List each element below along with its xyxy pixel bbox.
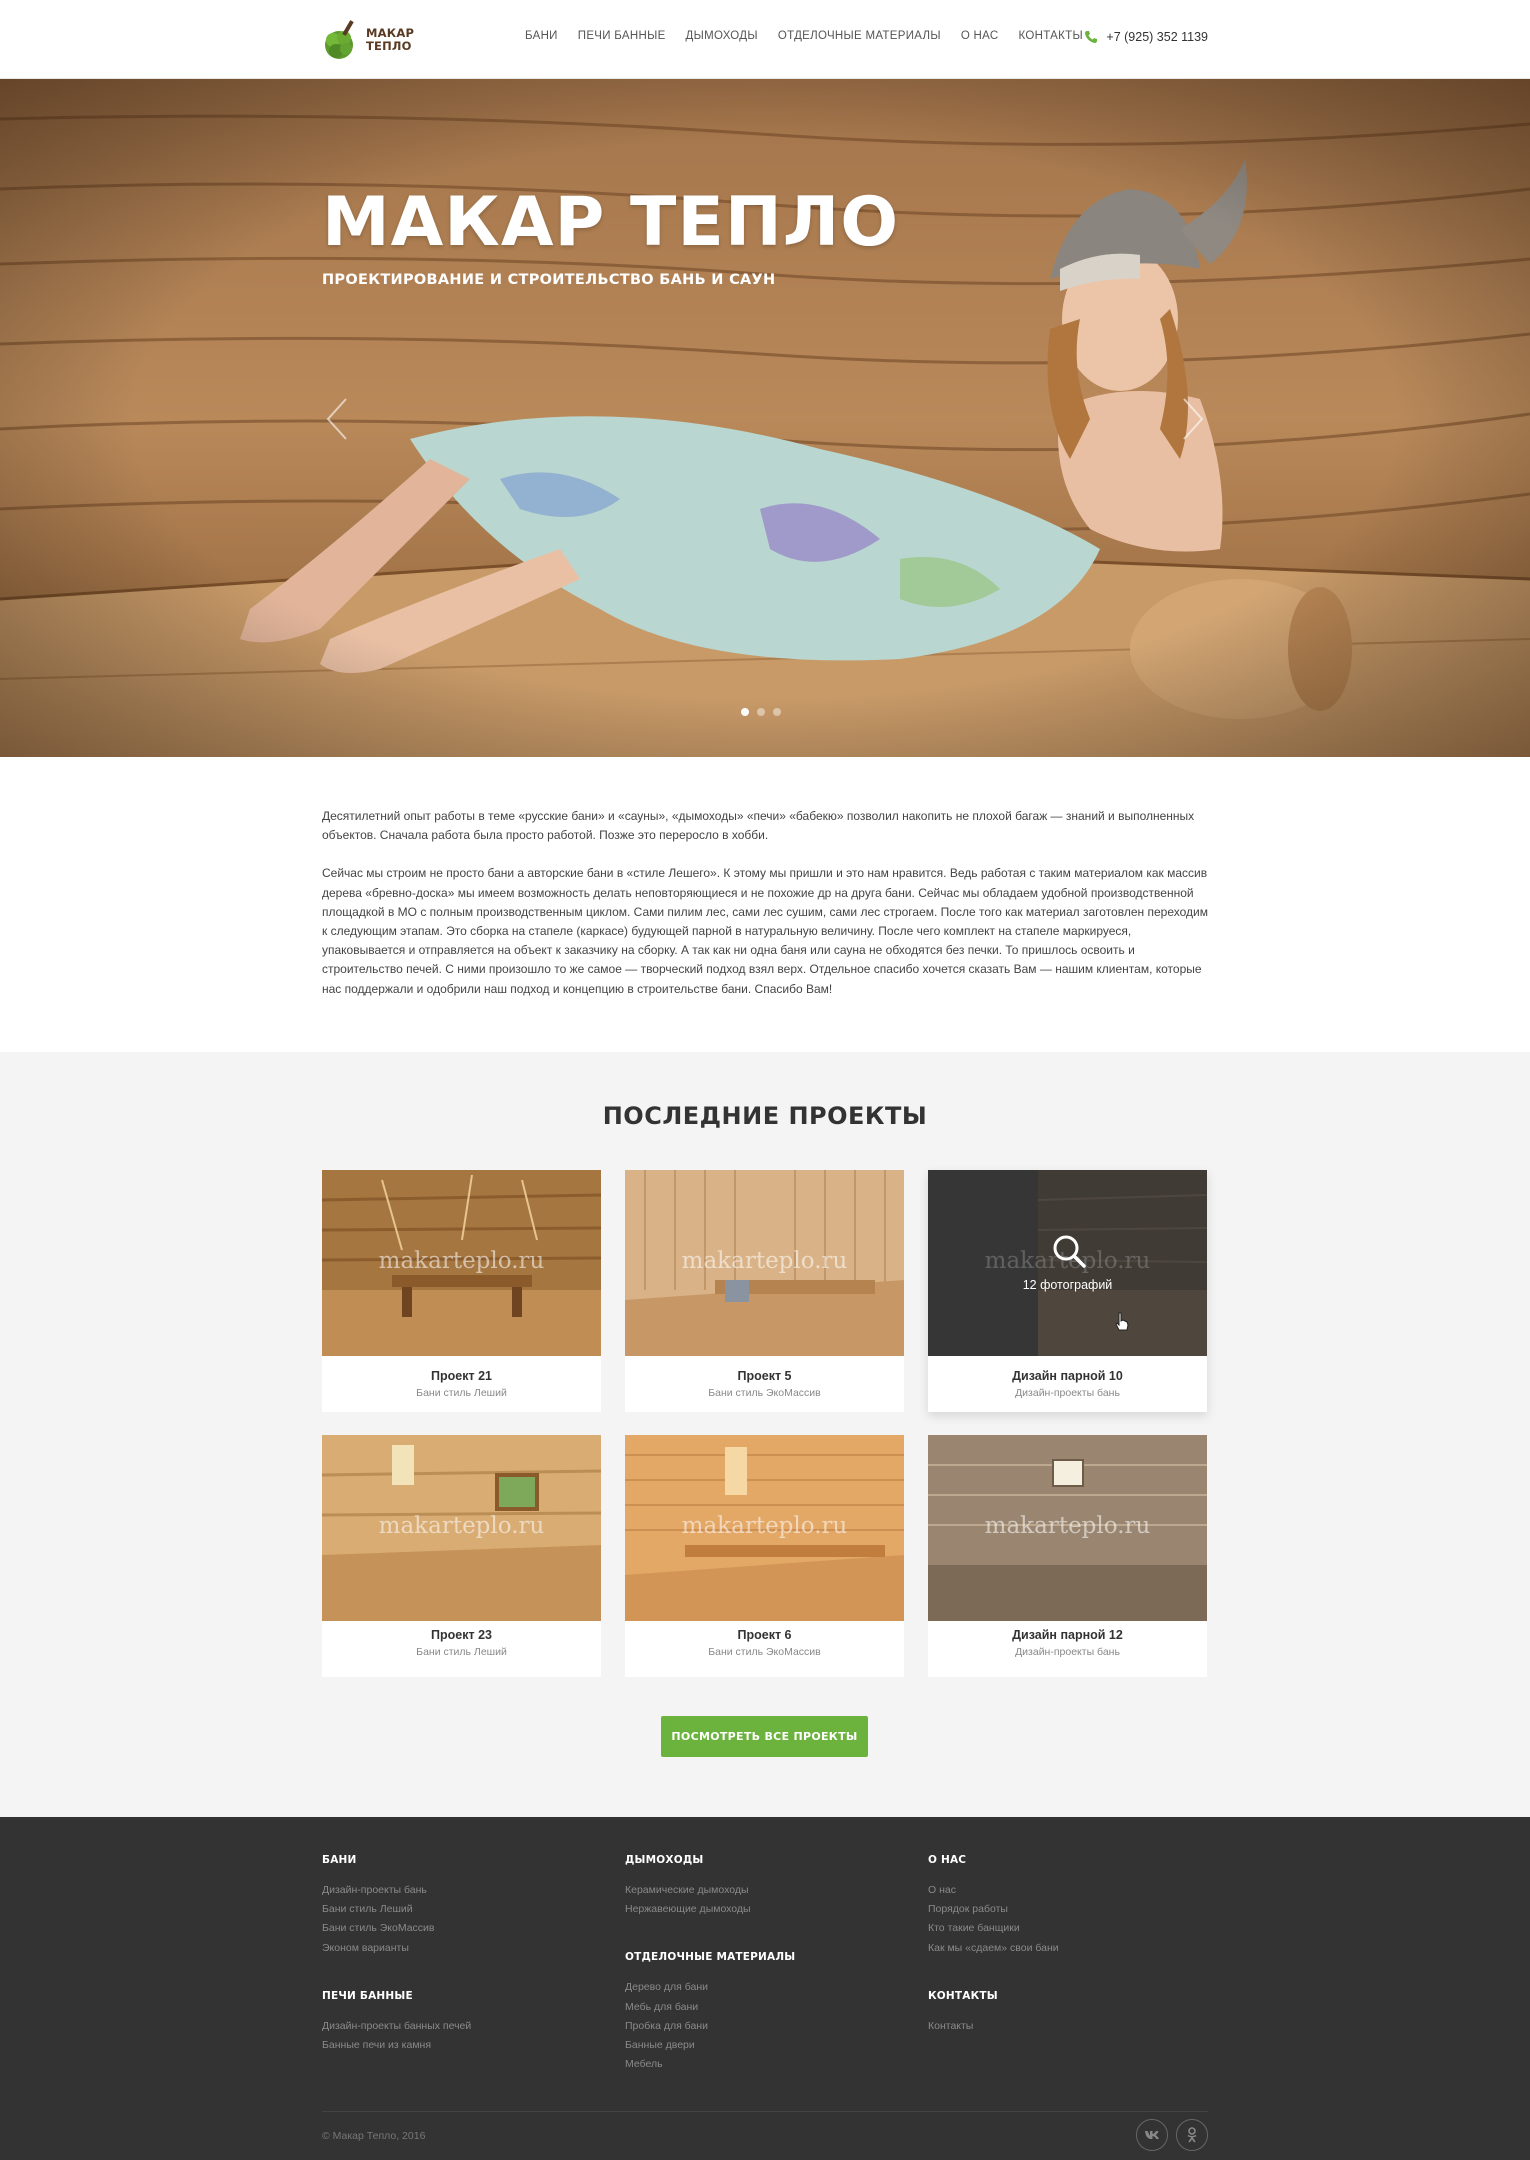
- project-category: Бани стиль Леший: [416, 1646, 507, 1658]
- project-card[interactable]: makarteplo.ru Проект 5 Бани стиль ЭкоМас…: [625, 1170, 904, 1412]
- odnoklassniki-icon[interactable]: [1176, 2119, 1208, 2151]
- nav-item-materials[interactable]: ОТДЕЛОЧНЫЕ МАТЕРИАЛЫ: [778, 30, 941, 42]
- footer-heading: КОНТАКТЫ: [928, 1989, 998, 2002]
- footer-link[interactable]: Контакты: [928, 2017, 1059, 2036]
- vk-icon[interactable]: [1136, 2119, 1168, 2151]
- footer-link[interactable]: Кто такие банщики: [928, 1919, 1059, 1938]
- nav-item-about[interactable]: О НАС: [961, 30, 999, 42]
- site-logo[interactable]: МАКАР ТЕПЛО: [322, 18, 414, 62]
- project-thumbnail: makarteplo.ru 12 фотографий: [928, 1170, 1207, 1356]
- project-thumbnail: makarteplo.ru: [625, 1170, 904, 1356]
- watermark: makarteplo.ru: [681, 1513, 848, 1539]
- intro-text: Десятилетний опыт работы в теме «русские…: [322, 807, 1208, 1018]
- footer-divider: [322, 2111, 1208, 2112]
- project-card[interactable]: makarteplo.ru Проект 21 Бани стиль Леший: [322, 1170, 601, 1412]
- project-card[interactable]: makarteplo.ru 12 фотографий Дизайн парно…: [928, 1170, 1207, 1412]
- footer-link[interactable]: Мебь для бани: [625, 1998, 795, 2017]
- project-name: Проект 5: [737, 1369, 792, 1383]
- project-category: Дизайн-проекты бань: [1015, 1387, 1120, 1399]
- footer-link[interactable]: Пробка для бани: [625, 2017, 795, 2036]
- project-name: Проект 23: [431, 1628, 492, 1642]
- project-name: Проект 21: [431, 1369, 492, 1383]
- hero-subtitle: ПРОЕКТИРОВАНИЕ И СТРОИТЕЛЬСТВО БАНЬ И СА…: [322, 272, 776, 288]
- project-thumbnail: makarteplo.ru: [322, 1435, 601, 1621]
- footer-link[interactable]: Дизайн-проекты банных печей: [322, 2017, 471, 2036]
- footer-heading: ОТДЕЛОЧНЫЕ МАТЕРИАЛЫ: [625, 1951, 796, 1964]
- footer-link[interactable]: Керамические дымоходы: [625, 1881, 795, 1900]
- copyright: © Макар Тепло, 2016: [322, 2130, 426, 2142]
- watermark: makarteplo.ru: [681, 1248, 848, 1274]
- project-name: Проект 6: [737, 1628, 792, 1642]
- site-footer: БАНИ Дизайн-проекты бань Бани стиль Леши…: [0, 1817, 1530, 2160]
- footer-heading: О НАС: [928, 1854, 967, 1866]
- project-name: Дизайн парной 10: [1012, 1369, 1123, 1383]
- logo-text: МАКАР ТЕПЛО: [366, 26, 415, 53]
- slider-prev-arrow-icon[interactable]: [318, 389, 358, 449]
- footer-link[interactable]: Банные двери: [625, 2036, 795, 2055]
- latest-projects-section: ПОСЛЕДНИЕ ПРОЕКТЫ makarteplo.ru Проект 2…: [0, 1052, 1530, 1817]
- slider-dot[interactable]: [757, 708, 765, 716]
- main-nav: БАНИ ПЕЧИ БАННЫЕ ДЫМОХОДЫ ОТДЕЛОЧНЫЕ МАТ…: [525, 30, 1103, 42]
- project-category: Бани стиль ЭкоМассив: [708, 1646, 821, 1658]
- view-all-projects-button[interactable]: ПОСМОТРЕТЬ ВСЕ ПРОЕКТЫ: [661, 1716, 868, 1757]
- slider-dot[interactable]: [773, 708, 781, 716]
- watermark: makarteplo.ru: [378, 1248, 545, 1274]
- footer-column-dymokhody: ДЫМОХОДЫ Керамические дымоходы Нержавеющ…: [625, 1854, 795, 2074]
- project-thumbnail: makarteplo.ru: [625, 1435, 904, 1621]
- footer-link[interactable]: Дизайн-проекты бань: [322, 1881, 471, 1900]
- project-card[interactable]: makarteplo.ru Дизайн парной 12 Дизайн-пр…: [928, 1435, 1207, 1677]
- footer-column-about: О НАС О нас Порядок работы Кто такие бан…: [928, 1854, 1059, 2036]
- footer-link[interactable]: Нержавеющие дымоходы: [625, 1900, 795, 1919]
- footer-column-bani: БАНИ Дизайн-проекты бань Бани стиль Леши…: [322, 1854, 471, 2055]
- photo-count: 12 фотографий: [1022, 1278, 1113, 1292]
- project-thumbnail: makarteplo.ru: [928, 1435, 1207, 1621]
- slider-dot[interactable]: [741, 708, 749, 716]
- footer-link[interactable]: Порядок работы: [928, 1900, 1059, 1919]
- nav-item-pechi[interactable]: ПЕЧИ БАННЫЕ: [578, 30, 666, 42]
- hero-title: МАКАР ТЕПЛО: [322, 183, 900, 262]
- watermark: makarteplo.ru: [378, 1513, 545, 1539]
- nav-item-dymokhody[interactable]: ДЫМОХОДЫ: [686, 30, 758, 42]
- search-icon: [1053, 1235, 1086, 1268]
- birch-broom-icon: [325, 20, 354, 59]
- footer-heading: ПЕЧИ БАННЫЕ: [322, 1989, 413, 2002]
- footer-heading: БАНИ: [322, 1854, 357, 1866]
- intro-paragraph: Сейчас мы строим не просто бани а авторс…: [322, 866, 1208, 996]
- footer-link[interactable]: Как мы «сдаем» свои бани: [928, 1939, 1059, 1958]
- project-card[interactable]: makarteplo.ru Проект 6 Бани стиль ЭкоМас…: [625, 1435, 904, 1677]
- project-category: Дизайн-проекты бань: [1015, 1646, 1120, 1658]
- section-title: ПОСЛЕДНИЕ ПРОЕКТЫ: [602, 1102, 928, 1130]
- footer-link[interactable]: Мебель: [625, 2055, 795, 2074]
- project-thumbnail: makarteplo.ru: [322, 1170, 601, 1356]
- slider-next-arrow-icon[interactable]: [1172, 389, 1212, 449]
- hand-cursor-icon: [1115, 1312, 1129, 1331]
- project-category: Бани стиль Леший: [416, 1387, 507, 1399]
- nav-item-contacts[interactable]: КОНТАКТЫ: [1018, 30, 1082, 42]
- footer-link[interactable]: Банные печи из камня: [322, 2036, 471, 2055]
- watermark: makarteplo.ru: [984, 1513, 1151, 1539]
- intro-paragraph: Десятилетний опыт работы в теме «русские…: [322, 809, 1195, 843]
- project-category: Бани стиль ЭкоМассив: [708, 1387, 821, 1399]
- project-card[interactable]: makarteplo.ru Проект 23 Бани стиль Леший: [322, 1435, 601, 1677]
- hero-slider: МАКАР ТЕПЛО ПРОЕКТИРОВАНИЕ И СТРОИТЕЛЬСТ…: [0, 79, 1530, 757]
- header-phone[interactable]: +7 (925) 352 1139: [1084, 30, 1208, 44]
- site-header: МАКАР ТЕПЛО БАНИ ПЕЧИ БАННЫЕ ДЫМОХОДЫ ОТ…: [0, 0, 1530, 79]
- footer-link[interactable]: Дерево для бани: [625, 1978, 795, 1997]
- hero-photo: [0, 79, 1530, 757]
- nav-item-bani[interactable]: БАНИ: [525, 30, 558, 42]
- footer-link[interactable]: Эконом варианты: [322, 1939, 471, 1958]
- project-name: Дизайн парной 12: [1012, 1628, 1123, 1642]
- footer-heading: ДЫМОХОДЫ: [625, 1854, 704, 1866]
- footer-link[interactable]: Бани стиль Леший: [322, 1900, 471, 1919]
- footer-link[interactable]: Бани стиль ЭкоМассив: [322, 1919, 471, 1938]
- phone-icon: [1085, 31, 1098, 43]
- footer-link[interactable]: О нас: [928, 1881, 1059, 1900]
- phone-number: +7 (925) 352 1139: [1106, 30, 1208, 44]
- slider-dots: [741, 708, 781, 716]
